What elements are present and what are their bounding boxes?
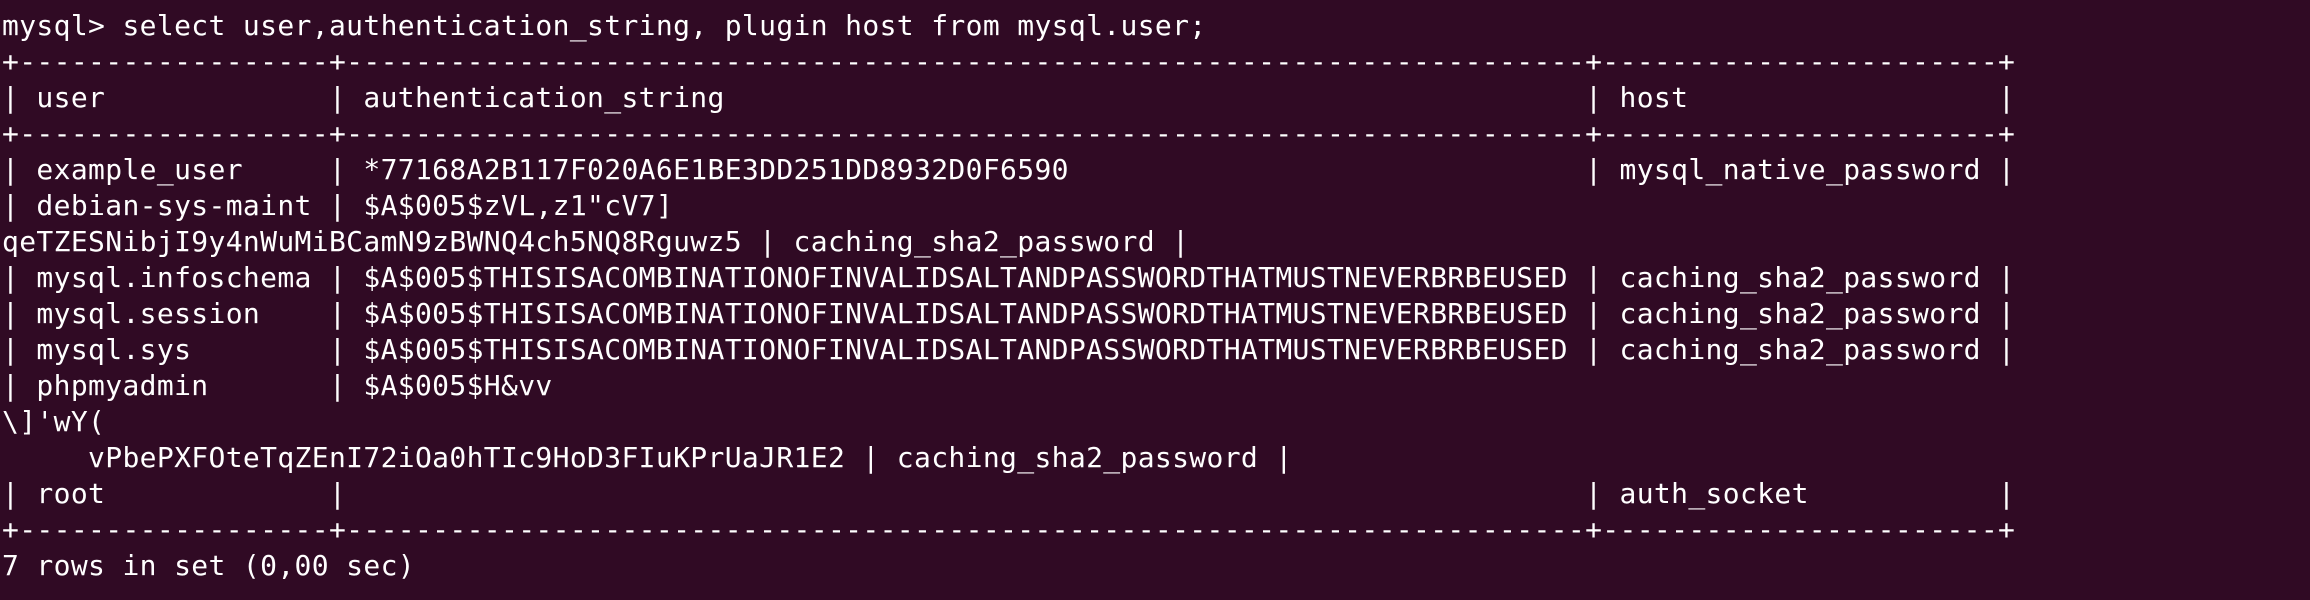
table-row: | mysql.session | $A$005$THISISACOMBINAT… <box>2 297 2016 330</box>
table-border-bottom: +------------------+--------------------… <box>2 513 2016 546</box>
table-border-top: +------------------+--------------------… <box>2 45 2016 78</box>
table-row: | mysql.infoschema | $A$005$THISISACOMBI… <box>2 261 2016 294</box>
mysql-command-line: mysql> select user,authentication_string… <box>2 9 1207 42</box>
terminal-window[interactable]: mysql> select user,authentication_string… <box>0 0 2310 600</box>
table-row-wrapped-continuation: qeTZESNibjI9y4nWuMiBCamN9zBWNQ4ch5NQ8Rgu… <box>2 225 1190 258</box>
table-row: | phpmyadmin | $A$005$H&vv <box>2 369 553 402</box>
table-row: | example_user | *77168A2B117F020A6E1BE3… <box>2 153 2016 186</box>
table-header-row: | user | authentication_string | host | <box>2 81 2016 114</box>
table-row-wrapped-continuation: vPbePXFOteTqZEnI72iOa0hTIc9HoD3FIuKPrUaJ… <box>2 441 1293 474</box>
table-row: | mysql.sys | $A$005$THISISACOMBINATIONO… <box>2 333 2016 366</box>
table-row: | debian-sys-maint | $A$005$zVL,z1"cV7] <box>2 189 674 222</box>
table-header-separator: +------------------+--------------------… <box>2 117 2016 150</box>
table-row: | root | | auth_socket | <box>2 477 2016 510</box>
table-row-wrapped-continuation: \]'wY( <box>2 405 106 438</box>
query-result-status: 7 rows in set (0,00 sec) <box>2 549 415 582</box>
